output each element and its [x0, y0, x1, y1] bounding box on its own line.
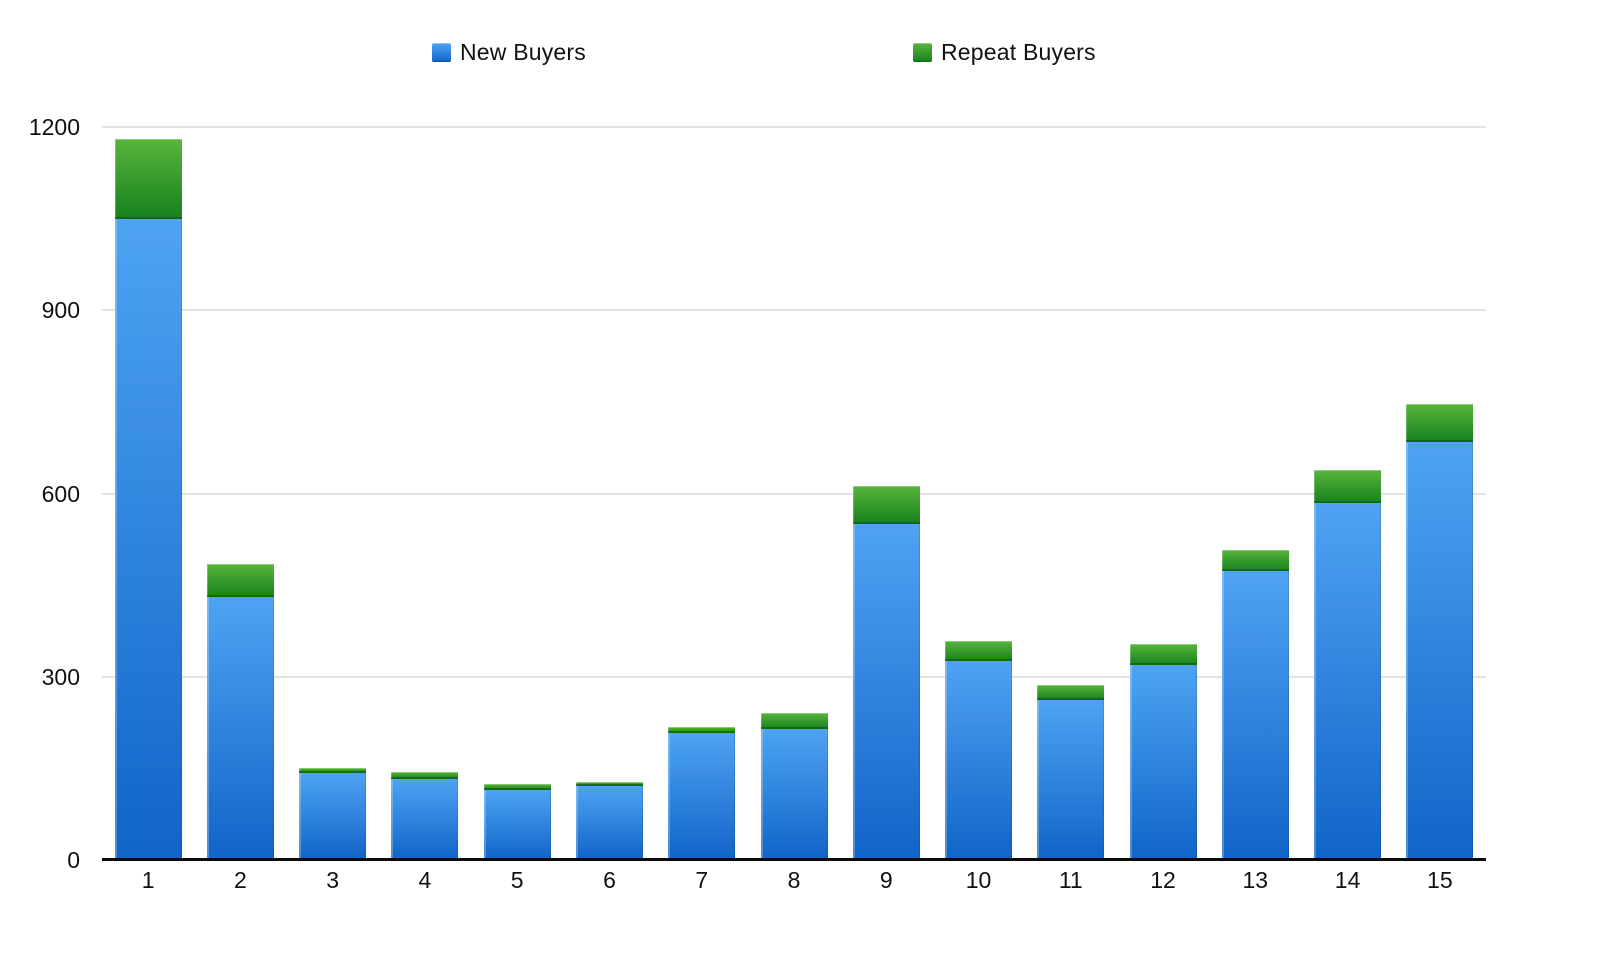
- bar-8-repeat-buyers-segment: [760, 713, 828, 729]
- bar-7: [668, 726, 736, 860]
- x-tick-label-11: 11: [1058, 867, 1083, 893]
- y-tick-label-1200: 1200: [28, 114, 80, 140]
- x-tick-label-8: 8: [787, 867, 801, 893]
- x-tick-label-14: 14: [1334, 867, 1361, 893]
- x-tick-label-3: 3: [326, 867, 340, 893]
- bar-8-new-buyers-segment: [760, 728, 828, 860]
- x-axis-labels: 1 2 3 4 5 6 7 8 9 10 11 12 13 14 15: [102, 866, 1486, 896]
- bar-4-repeat-buyers-segment: [391, 772, 459, 779]
- bar-4-new-buyers-segment: [391, 778, 459, 860]
- y-tick-label-600: 600: [41, 480, 80, 507]
- bar-10: [945, 641, 1013, 860]
- x-tick-label-4: 4: [418, 867, 432, 893]
- x-tick-label-10: 10: [965, 867, 992, 893]
- bar-1-repeat-buyers-segment: [114, 139, 182, 219]
- bar-8: [760, 713, 828, 860]
- bar-13-new-buyers-segment: [1221, 571, 1289, 860]
- bar-15-new-buyers-segment: [1406, 441, 1474, 860]
- bar-5-new-buyers-segment: [483, 789, 551, 860]
- bar-2-repeat-buyers-segment: [206, 563, 274, 598]
- bar-4: [391, 772, 459, 860]
- x-tick-label-6: 6: [603, 867, 616, 893]
- bar-14-repeat-buyers-segment: [1314, 469, 1382, 503]
- legend-label-new-buyers: New Buyers: [460, 38, 586, 65]
- x-tick-label-5: 5: [510, 867, 524, 893]
- legend-item-repeat-buyers: Repeat Buyers: [913, 38, 1096, 65]
- bar-15-repeat-buyers-segment: [1406, 403, 1474, 442]
- gridline-600: [102, 492, 1486, 495]
- bar-6-new-buyers-segment: [575, 786, 643, 860]
- legend-label-repeat-buyers: Repeat Buyers: [941, 38, 1096, 65]
- x-tick-label-12: 12: [1150, 867, 1176, 893]
- legend-swatch-new-buyers: [432, 42, 451, 62]
- bar-12-new-buyers-segment: [1129, 664, 1197, 860]
- bar-2: [206, 563, 274, 860]
- x-tick-label-1: 1: [141, 867, 155, 893]
- legend-swatch-repeat-buyers: [913, 42, 932, 62]
- x-tick-label-13: 13: [1242, 867, 1269, 893]
- bar-2-new-buyers-segment: [206, 597, 274, 860]
- bar-11: [1037, 684, 1105, 860]
- bar-1: [114, 139, 182, 860]
- bar-11-repeat-buyers-segment: [1037, 684, 1105, 700]
- bar-10-repeat-buyers-segment: [945, 641, 1013, 662]
- bar-14-new-buyers-segment: [1314, 502, 1382, 860]
- stacked-bar-chart: New Buyers Repeat Buyers 0 300 600 900 1200 …: [0, 0, 1600, 961]
- bar-9-new-buyers-segment: [852, 524, 920, 860]
- bar-3-new-buyers-segment: [299, 773, 367, 860]
- x-tick-label-2: 2: [234, 867, 247, 893]
- gridline-1200: [102, 126, 1486, 128]
- legend-item-new-buyers: New Buyers: [432, 38, 586, 65]
- bar-15: [1406, 403, 1474, 860]
- x-tick-label-9: 9: [879, 867, 893, 893]
- y-tick-label-0: 0: [67, 847, 80, 873]
- bar-1-new-buyers-segment: [114, 218, 182, 860]
- y-axis: 0 300 600 900 1200: [0, 114, 80, 873]
- plot-area: [102, 126, 1486, 861]
- x-axis-line: [102, 858, 1486, 861]
- bar-14: [1314, 469, 1382, 860]
- y-tick-label-900: 900: [41, 297, 80, 324]
- bar-9: [852, 486, 920, 860]
- bar-13-repeat-buyers-segment: [1221, 549, 1289, 572]
- bar-12-repeat-buyers-segment: [1129, 643, 1197, 665]
- y-tick-label-300: 300: [41, 663, 80, 690]
- x-tick-label-15: 15: [1427, 867, 1453, 893]
- bar-5: [483, 783, 551, 860]
- bar-7-new-buyers-segment: [668, 732, 736, 860]
- bar-11-new-buyers-segment: [1037, 699, 1105, 860]
- bar-3: [299, 768, 367, 860]
- bar-13: [1221, 549, 1289, 860]
- bar-12: [1129, 643, 1197, 860]
- bar-9-repeat-buyers-segment: [852, 486, 920, 525]
- gridline-900: [102, 309, 1486, 312]
- x-tick-label-7: 7: [695, 867, 709, 893]
- bar-6: [575, 781, 643, 860]
- bar-10-new-buyers-segment: [945, 661, 1013, 860]
